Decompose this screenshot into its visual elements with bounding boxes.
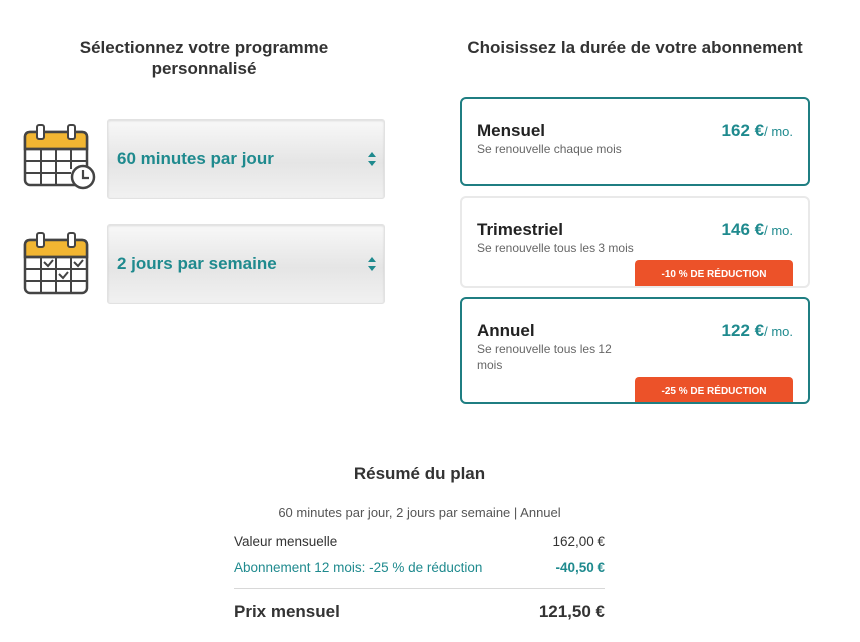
price-amount: 122 € — [721, 321, 765, 340]
discount-amount: -40,50 € — [555, 560, 605, 575]
price-unit: / mo. — [764, 223, 793, 238]
select-arrows-icon — [368, 152, 376, 166]
plan-card-quarterly[interactable]: Trimestriel Se renouvelle tous les 3 moi… — [460, 196, 810, 288]
price-amount: 146 € — [721, 220, 765, 239]
days-per-week-select[interactable]: 2 jours par semaine — [107, 224, 385, 304]
calendar-check-icon — [23, 232, 89, 295]
plan-name: Trimestriel — [477, 220, 563, 239]
monthly-value-label: Valeur mensuelle — [234, 534, 338, 549]
total-label: Prix mensuel — [234, 602, 340, 621]
summary-description: 60 minutes par jour, 2 jours par semaine… — [278, 505, 561, 520]
program-heading: Sélectionnez votre programme personnalis… — [79, 38, 329, 78]
subscription-heading: Choisissez la durée de votre abonnement — [467, 38, 803, 57]
total-amount: 121,50 € — [538, 602, 605, 621]
plan-name: Annuel — [477, 321, 535, 340]
plan-price: 122 €/ mo. — [722, 321, 793, 341]
price-unit: / mo. — [764, 324, 793, 339]
summary-divider — [234, 588, 605, 589]
plan-card-monthly[interactable]: Mensuel Se renouvelle chaque mois 162 €/… — [460, 97, 810, 186]
price-amount: 162 € — [721, 121, 765, 140]
discount-badge: -10 % DE RÉDUCTION — [635, 260, 793, 286]
plan-price: 162 €/ mo. — [722, 121, 793, 141]
days-per-week-value: 2 jours par semaine — [117, 254, 277, 273]
plan-description: Se renouvelle tous les 3 mois — [477, 241, 634, 255]
plan-name: Mensuel — [477, 121, 546, 140]
select-arrows-icon — [368, 257, 376, 271]
discount-badge: -25 % DE RÉDUCTION — [635, 377, 793, 402]
plan-price: 146 €/ mo. — [722, 220, 793, 240]
price-unit: / mo. — [764, 124, 793, 139]
plan-description: Se renouvelle tous les 12 mois — [477, 342, 612, 372]
plan-card-annual[interactable]: Annuel Se renouvelle tous les 12 mois 12… — [460, 297, 810, 404]
calendar-clock-icon — [23, 124, 96, 190]
duration-per-day-value: 60 minutes par jour — [117, 149, 274, 168]
summary-title: Résumé du plan — [353, 464, 486, 483]
plan-description: Se renouvelle chaque mois — [477, 142, 622, 156]
duration-per-day-select[interactable]: 60 minutes par jour — [107, 119, 385, 199]
monthly-value-amount: 162,00 € — [552, 534, 605, 549]
discount-label: Abonnement 12 mois: -25 % de réduction — [234, 560, 483, 575]
